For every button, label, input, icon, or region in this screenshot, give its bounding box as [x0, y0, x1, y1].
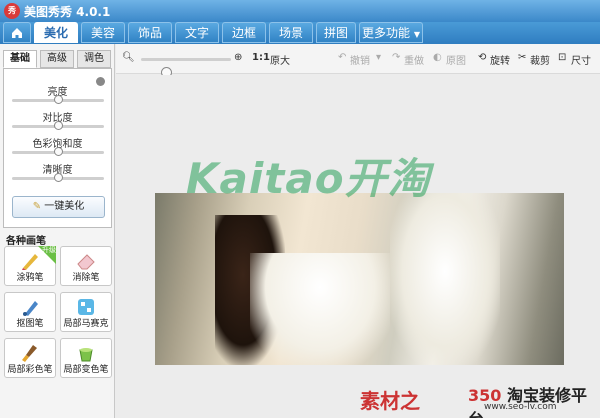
saturation-slider[interactable]: [12, 147, 104, 156]
eraser-icon: [77, 254, 95, 270]
magic-wand-icon: ✎: [32, 201, 42, 212]
tab-text[interactable]: 文字: [175, 22, 219, 43]
brand-url: www.seo-lv.com: [484, 402, 557, 412]
app-title: 美图秀秀 4.0.1: [24, 5, 111, 19]
photo-subject-sleeve: [390, 193, 500, 365]
image-canvas: Kaitao开淘: [116, 75, 600, 418]
brightness-slider[interactable]: [12, 95, 104, 104]
sharpness-knob[interactable]: [54, 173, 63, 182]
one-click-beautify-label: 一键美化: [44, 201, 85, 212]
contrast-slider[interactable]: [12, 121, 104, 130]
subtab-advanced[interactable]: 高级: [40, 50, 74, 68]
brush-icon: [22, 345, 37, 362]
brand-watermark-right: 350 淘宝装修平台: [468, 382, 600, 418]
compare-button[interactable]: 原图: [446, 52, 466, 67]
rotate-button[interactable]: 旋转: [490, 52, 510, 67]
zoom-in-icon[interactable]: ⊕: [234, 52, 242, 63]
resize-icon: ⊡: [558, 52, 567, 63]
subtab-color[interactable]: 调色: [77, 50, 111, 68]
kaitao-watermark-logo: Kaitao开淘: [186, 154, 431, 203]
tab-more-label: 更多功能: [362, 26, 411, 40]
tool-doodle-pen-label: 涂鸦笔: [16, 273, 44, 283]
image-toolbar: 🔍︎ ⊕ 1:1 原大 ↶ 撤销 ▾ ↷ 重做 ◐ 原图 ⟲ 旋转 ✂ 裁剪 ⊡…: [116, 44, 600, 78]
sharpness-slider[interactable]: [12, 173, 104, 182]
resize-button[interactable]: 尺寸: [571, 52, 591, 67]
adjustment-panel: 亮度 对比度 色彩饱和度 清晰度 ✎ 一键美化: [3, 68, 112, 228]
tab-collage[interactable]: 拼图: [316, 22, 356, 43]
rotate-icon: ⟲: [478, 52, 487, 63]
crop-button[interactable]: 裁剪: [530, 52, 550, 67]
tool-cutout-pen[interactable]: 抠图笔: [4, 292, 56, 332]
one-click-beautify-button[interactable]: ✎ 一键美化: [12, 196, 105, 218]
tool-local-recolor-pen[interactable]: 局部变色笔: [60, 338, 112, 378]
tool-cutout-pen-label: 抠图笔: [16, 319, 44, 329]
redo-icon: ↷: [392, 52, 401, 63]
tab-decorations[interactable]: 饰品: [128, 22, 172, 43]
brush-section-title: 各种画笔: [6, 236, 46, 247]
brand-watermark-left: 素材之: [360, 389, 420, 413]
contrast-knob[interactable]: [54, 121, 63, 130]
main-tab-bar: 美化 美容 饰品 文字 边框 场景 拼图 更多功能 ▼: [0, 22, 600, 44]
title-bar: 秀 美图秀秀 4.0.1: [0, 0, 600, 22]
tab-frames[interactable]: 边框: [222, 22, 266, 43]
home-icon: [12, 28, 22, 38]
tool-local-mosaic-label: 局部马赛克: [63, 319, 109, 329]
undo-button[interactable]: 撤销: [350, 52, 370, 67]
brightness-knob[interactable]: [54, 95, 63, 104]
tool-doodle-pen[interactable]: 升级 涂鸦笔: [4, 246, 56, 286]
home-tab[interactable]: [3, 22, 31, 43]
app-logo: 秀: [4, 3, 20, 19]
tool-local-mosaic[interactable]: 局部马赛克: [60, 292, 112, 332]
left-panel: 基础 高级 调色 亮度 对比度 色彩饱和度 清晰度 ✎ 一键美化 各种画笔 升级…: [0, 44, 115, 418]
undo-icon: ↶: [338, 52, 347, 63]
undo-dropdown-icon[interactable]: ▾: [376, 52, 381, 63]
tool-local-color-pen-label: 局部彩色笔: [7, 365, 53, 375]
zoom-ratio[interactable]: 1:1: [252, 52, 270, 63]
crayon-icon: [22, 254, 38, 270]
edited-photo[interactable]: [155, 193, 564, 365]
photo-subject-dress: [250, 253, 390, 365]
chevron-down-icon: ▼: [413, 30, 420, 39]
tool-eraser-pen-label: 消除笔: [72, 273, 100, 283]
redo-button[interactable]: 重做: [404, 52, 424, 67]
mosaic-icon: [78, 299, 94, 315]
tool-eraser-pen[interactable]: 消除笔: [60, 246, 112, 286]
zoom-out-icon[interactable]: 🔍︎: [122, 52, 135, 63]
zoom-slider[interactable]: [141, 58, 231, 78]
tab-beauty[interactable]: 美容: [81, 22, 125, 43]
tab-beautify[interactable]: 美化: [34, 22, 78, 43]
subtab-basic[interactable]: 基础: [3, 50, 37, 68]
pen-nib-icon: [23, 301, 38, 316]
saturation-knob[interactable]: [54, 147, 63, 156]
tab-scenes[interactable]: 场景: [269, 22, 313, 43]
tab-more-features[interactable]: 更多功能 ▼: [359, 22, 423, 43]
tool-local-color-pen[interactable]: 局部彩色笔: [4, 338, 56, 378]
crop-icon: ✂: [518, 52, 527, 63]
original-size-button[interactable]: 原大: [270, 52, 290, 67]
compare-icon: ◐: [433, 52, 442, 63]
tool-local-recolor-pen-label: 局部变色笔: [63, 365, 109, 375]
paint-bucket-icon: [79, 348, 93, 362]
